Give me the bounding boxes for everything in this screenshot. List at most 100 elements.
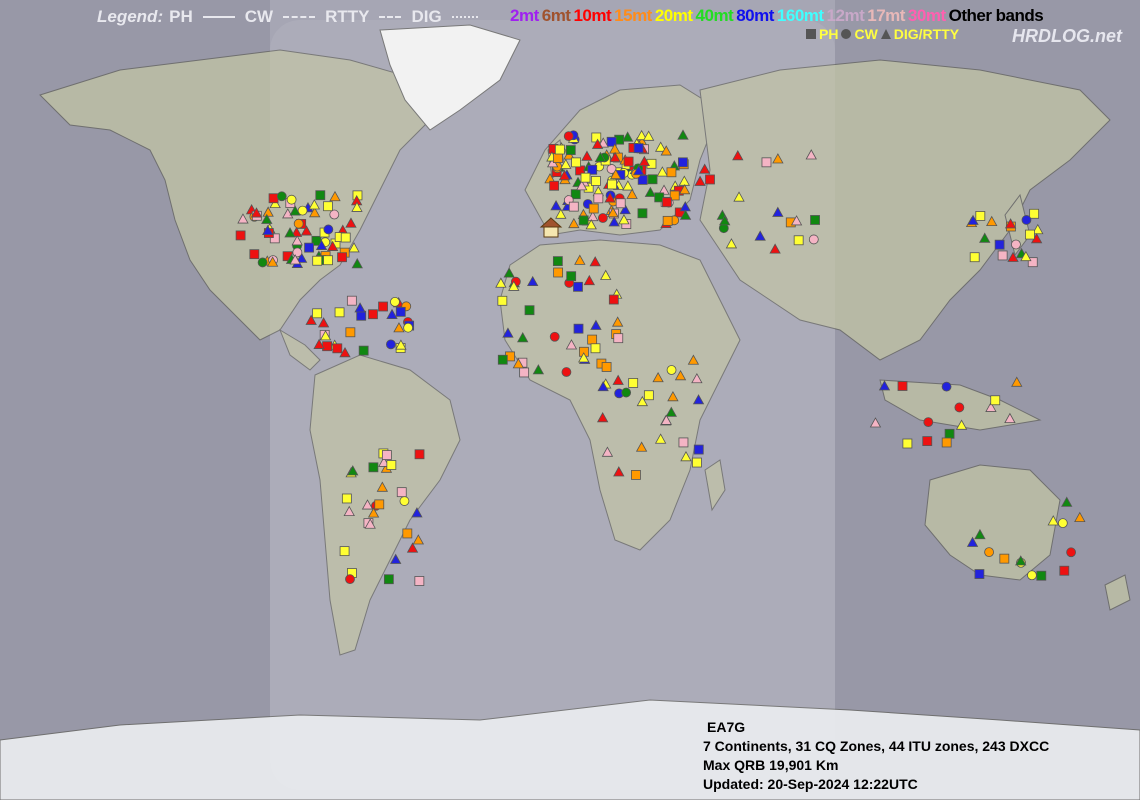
qso-marker	[249, 249, 260, 260]
qso-marker	[386, 339, 396, 350]
qso-marker	[554, 144, 565, 155]
qso-marker	[414, 576, 425, 586]
qso-marker	[312, 308, 323, 319]
qso-marker	[268, 193, 279, 204]
qso-marker	[563, 131, 574, 142]
qso-marker	[334, 307, 345, 318]
qso-marker	[1021, 215, 1032, 225]
qso-marker	[358, 345, 369, 356]
qso-marker	[647, 174, 658, 185]
qso-marker	[332, 343, 343, 354]
symbol-legend: PH CW DIG/RTTY	[806, 26, 959, 42]
qso-marker	[1027, 570, 1037, 581]
qso-marker	[631, 470, 641, 480]
qso-marker	[944, 428, 955, 439]
qso-marker	[1057, 518, 1068, 529]
qso-marker	[662, 215, 673, 226]
qso-marker	[286, 194, 297, 205]
triangle-icon	[880, 29, 891, 39]
qso-marker	[345, 327, 356, 338]
symbol-ph-label: PH	[819, 26, 839, 42]
qso-marker	[608, 294, 619, 305]
band-label-160mt: 160mt	[776, 6, 824, 25]
qso-marker	[666, 365, 677, 375]
qso-marker	[340, 232, 351, 243]
qso-marker	[1011, 239, 1021, 250]
qso-marker	[591, 132, 602, 143]
qso-marker	[621, 387, 632, 398]
qso-marker	[587, 334, 598, 345]
solid-line-icon	[202, 16, 235, 18]
qso-marker	[549, 331, 560, 342]
band-label-12mt: 12mt	[826, 6, 865, 25]
dotted-line-icon	[451, 16, 478, 18]
band-label-40mt: 40mt	[695, 6, 734, 25]
qso-marker	[969, 252, 980, 263]
qso-marker	[793, 235, 804, 246]
qso-marker	[390, 296, 400, 307]
qso-marker	[692, 457, 702, 468]
qso-marker	[666, 167, 677, 178]
qso-marker	[565, 145, 576, 155]
qso-marker	[235, 230, 246, 241]
legend-mode-cw: CW	[244, 7, 274, 26]
qso-marker	[323, 224, 334, 235]
qso-marker	[566, 271, 577, 282]
qso-marker	[396, 487, 407, 498]
qso-marker	[386, 460, 397, 470]
qso-marker	[399, 496, 410, 506]
qso-marker	[292, 247, 303, 258]
qso-marker	[293, 218, 304, 229]
legend-mode-rtty: RTTY	[325, 7, 370, 26]
qso-marker	[997, 250, 1008, 261]
qso-marker	[1029, 208, 1040, 219]
qso-marker	[497, 354, 508, 365]
qso-marker	[1025, 229, 1035, 240]
qso-marker	[613, 333, 624, 344]
qso-marker	[678, 437, 689, 448]
qso-marker	[941, 437, 952, 448]
qso-marker	[368, 309, 378, 320]
qso-marker	[628, 378, 639, 388]
brand-logo[interactable]: HRDLOG.net	[1012, 26, 1122, 47]
qso-marker	[573, 281, 583, 292]
qso-marker	[304, 242, 314, 253]
qso-marker	[1059, 565, 1070, 576]
square-icon	[806, 29, 816, 39]
qso-marker	[810, 215, 820, 225]
qso-marker	[593, 193, 604, 204]
qso-marker	[999, 553, 1010, 564]
circle-icon	[841, 29, 852, 39]
qso-marker	[615, 198, 626, 209]
qso-marker	[497, 295, 508, 306]
qso-marker	[356, 310, 367, 321]
qso-marker	[368, 462, 379, 473]
symbol-cw-label: CW	[854, 26, 878, 42]
qso-marker	[984, 547, 994, 557]
qso-marker	[395, 306, 406, 317]
qso-marker	[524, 305, 535, 316]
qso-marker	[693, 444, 704, 455]
qso-marker	[276, 191, 287, 202]
qso-marker	[339, 546, 350, 557]
qso-marker	[403, 322, 414, 333]
qso-marker	[549, 180, 560, 191]
qso-marker	[994, 239, 1005, 250]
qso-marker	[1066, 547, 1076, 558]
qso-marker	[553, 153, 563, 164]
world-map	[0, 0, 1140, 800]
band-label-80mt: 80mt	[736, 6, 774, 25]
qso-marker	[588, 203, 599, 214]
qso-marker	[337, 252, 347, 263]
qso-marker	[637, 208, 648, 219]
dashed-line-icon	[283, 16, 316, 18]
qso-marker	[975, 211, 986, 221]
mode-legend: Legend: PH CW RTTY DIG	[97, 6, 482, 28]
symbol-dig-label: DIG/RTTY	[893, 26, 960, 42]
qso-marker	[322, 341, 332, 352]
qso-marker	[590, 176, 601, 186]
qso-marker	[402, 528, 413, 539]
qso-marker	[990, 395, 1001, 406]
qso-marker	[941, 381, 952, 392]
qso-marker	[1036, 570, 1047, 581]
